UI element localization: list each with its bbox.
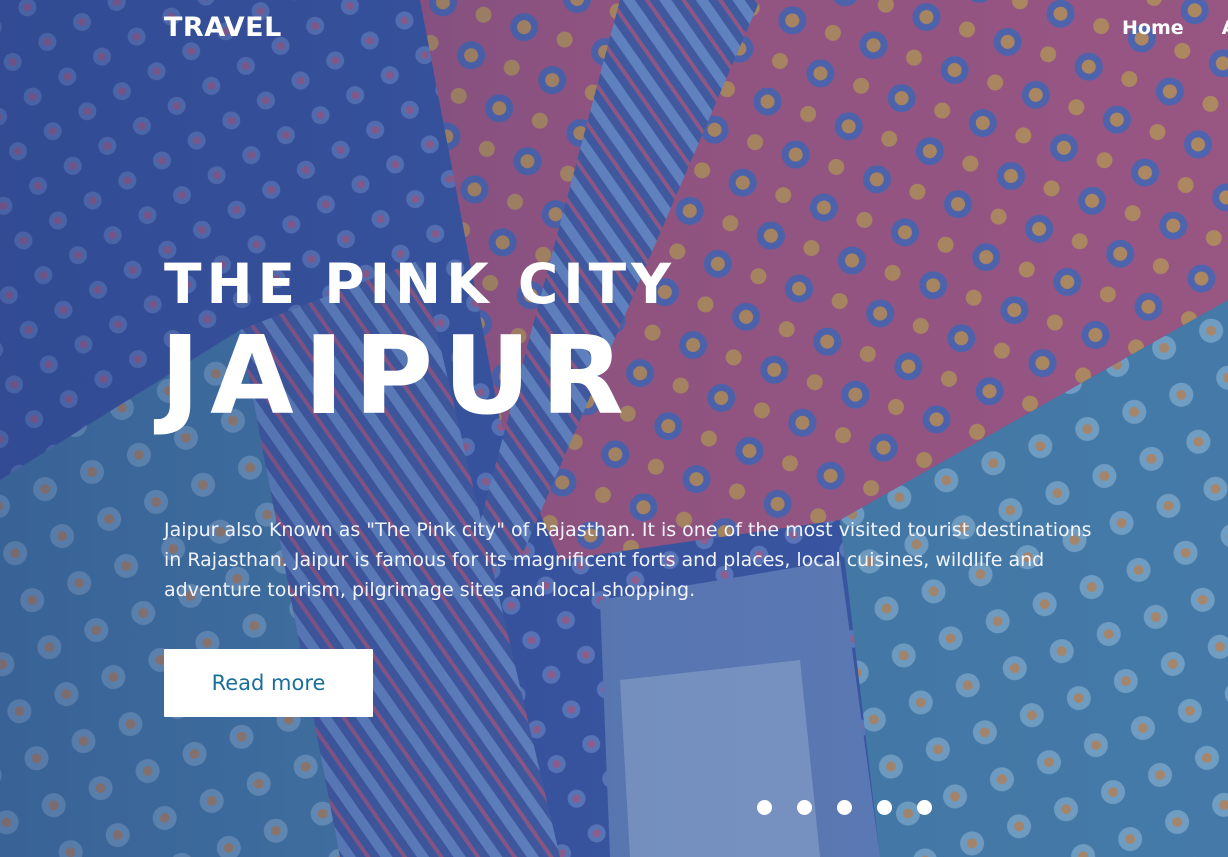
nav-link-home[interactable]: Home: [1122, 17, 1184, 39]
nav-link-about[interactable]: A: [1222, 17, 1228, 39]
slider-dot-5[interactable]: [917, 800, 932, 815]
slider-dot-1[interactable]: [757, 800, 772, 815]
slider-dot-3[interactable]: [837, 800, 852, 815]
hero-subtitle: THE PINK CITY: [164, 252, 677, 316]
hero-section: TRAVEL Home A THE PINK CITY JAIPUR Jaipur…: [0, 0, 1228, 857]
slider-indicators: [757, 800, 932, 815]
read-more-button[interactable]: Read more: [164, 649, 373, 717]
hero-title: JAIPUR: [160, 314, 634, 439]
hero-description: Jaipur also Known as "The Pink city" of …: [164, 519, 1092, 601]
brand-logo[interactable]: TRAVEL: [164, 12, 282, 43]
slider-dot-2[interactable]: [797, 800, 812, 815]
navbar: TRAVEL Home A: [0, 0, 1228, 60]
nav-links: Home A: [1122, 17, 1228, 39]
slider-dot-4[interactable]: [877, 800, 892, 815]
